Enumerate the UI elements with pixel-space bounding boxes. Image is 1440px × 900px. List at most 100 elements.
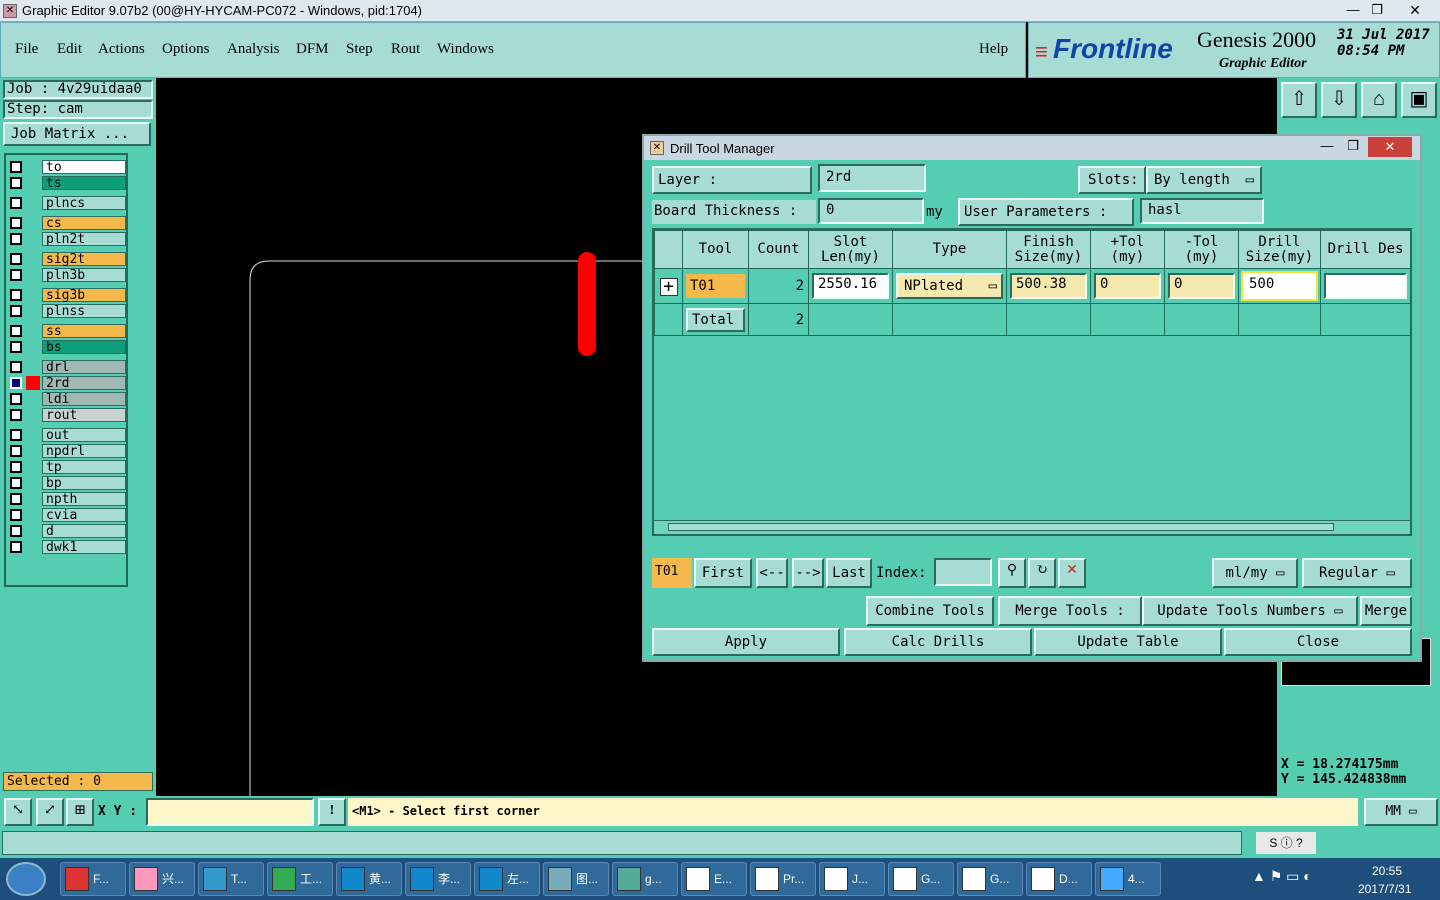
taskbar-item[interactable]: 图... (543, 862, 609, 896)
update-table-button[interactable]: Update Table (1034, 628, 1222, 656)
layer-checkbox[interactable] (10, 305, 22, 317)
start-button-icon[interactable] (6, 862, 46, 896)
horizontal-scrollbar[interactable] (654, 520, 1410, 534)
layer-row[interactable]: plnss (8, 303, 126, 319)
layer-color-swatch[interactable] (26, 216, 40, 230)
layer-color-swatch[interactable] (26, 232, 40, 246)
layer-row[interactable]: to (8, 159, 126, 175)
taskbar-item[interactable]: D... (1026, 862, 1092, 896)
drill-des-field[interactable] (1324, 273, 1407, 299)
taskbar-item[interactable]: J... (819, 862, 885, 896)
layer-row[interactable]: pln3b (8, 267, 126, 283)
xy-input[interactable] (146, 798, 314, 826)
layer-color-swatch[interactable] (26, 160, 40, 174)
layer-color-swatch[interactable] (26, 408, 40, 422)
layer-checkbox[interactable] (10, 325, 22, 337)
layer-row[interactable]: rout (8, 407, 126, 423)
window-icon[interactable]: ▣ (1401, 82, 1437, 118)
menu-rout[interactable]: Rout (391, 41, 420, 58)
tool-cell[interactable]: T01 (686, 274, 745, 298)
layer-checkbox[interactable] (10, 197, 22, 209)
taskbar-item[interactable]: Pr... (750, 862, 816, 896)
layer-checkbox[interactable] (10, 361, 22, 373)
layer-checkbox[interactable] (10, 341, 22, 353)
menu-analysis[interactable]: Analysis (227, 41, 280, 58)
layer-checkbox[interactable] (10, 177, 22, 189)
layer-row[interactable]: dwk1 (8, 539, 126, 555)
layer-color-swatch[interactable] (26, 428, 40, 442)
layer-color-swatch[interactable] (26, 476, 40, 490)
layer-color-swatch[interactable] (26, 288, 40, 302)
layer-row[interactable]: npdrl (8, 443, 126, 459)
layer-color-swatch[interactable] (26, 376, 40, 390)
dialog-close-icon[interactable]: ✕ (1368, 137, 1412, 157)
maximize-icon[interactable]: ❐ (1366, 2, 1388, 19)
layer-color-swatch[interactable] (26, 324, 40, 338)
layer-checkbox[interactable] (10, 289, 22, 301)
menu-dfm[interactable]: DFM (296, 41, 329, 58)
grid-icon[interactable]: ⊞ (66, 798, 94, 826)
home-icon[interactable]: ⌂ (1361, 82, 1397, 118)
taskbar-item[interactable]: 黄... (336, 862, 402, 896)
board-thickness-field[interactable]: 0 (818, 198, 924, 224)
plus-tol-field[interactable]: 0 (1094, 273, 1161, 299)
finish-size-field[interactable]: 500.38 (1010, 273, 1087, 299)
update-tools-numbers-dropdown[interactable]: Update Tools Numbers ▭ (1142, 596, 1358, 626)
layer-checkbox[interactable] (10, 461, 22, 473)
layer-checkbox[interactable] (10, 541, 22, 553)
delete-icon[interactable]: ✕ (1058, 558, 1086, 588)
layer-row[interactable]: 2rd (8, 375, 126, 391)
slots-dropdown[interactable]: By length ▭ (1146, 166, 1262, 194)
type-dropdown[interactable]: NPlated ▭ (896, 273, 1003, 299)
layer-checkbox[interactable] (10, 509, 22, 521)
layer-row[interactable]: tp (8, 459, 126, 475)
close-icon[interactable]: ✕ (1400, 2, 1430, 19)
layer-row[interactable]: bs (8, 339, 126, 355)
last-button[interactable]: Last (826, 558, 872, 588)
layer-row[interactable]: sig2t (8, 251, 126, 267)
layer-row[interactable]: cs (8, 215, 126, 231)
layer-color-swatch[interactable] (26, 460, 40, 474)
taskbar-item[interactable]: E... (681, 862, 747, 896)
taskbar-item[interactable]: T... (198, 862, 264, 896)
taskbar-item[interactable]: 工... (267, 862, 333, 896)
layer-checkbox[interactable] (10, 445, 22, 457)
prev-button[interactable]: <-- (756, 558, 788, 588)
zoom-area-icon[interactable]: ⤢ (36, 798, 64, 826)
system-tray-icons[interactable]: ▲ ⚑ ▭ ◐ (1252, 868, 1348, 890)
apply-button[interactable]: Apply (652, 628, 840, 656)
merge-button[interactable]: Merge (1360, 596, 1412, 626)
taskbar-item[interactable]: 兴... (129, 862, 195, 896)
layer-checkbox[interactable] (10, 477, 22, 489)
taskbar-item[interactable]: F... (60, 862, 126, 896)
layer-checkbox[interactable] (10, 409, 22, 421)
layer-row[interactable]: ldi (8, 391, 126, 407)
layer-color-swatch[interactable] (26, 304, 40, 318)
layer-row[interactable]: npth (8, 491, 126, 507)
layer-row[interactable]: sig3b (8, 287, 126, 303)
import-icon[interactable]: ⇩ (1321, 82, 1357, 118)
mode-dropdown[interactable]: Regular ▭ (1302, 558, 1412, 588)
layer-row[interactable]: pln2t (8, 231, 126, 247)
taskbar-item[interactable]: 4... (1095, 862, 1161, 896)
layer-color-swatch[interactable] (26, 492, 40, 506)
layer-checkbox[interactable] (10, 493, 22, 505)
layer-color-swatch[interactable] (26, 340, 40, 354)
dialog-maximize-icon[interactable]: ❐ (1342, 138, 1364, 156)
drill-size-field[interactable]: 500 (1241, 271, 1318, 301)
layer-row[interactable]: d (8, 523, 126, 539)
layer-checkbox[interactable] (10, 429, 22, 441)
layer-row[interactable]: plncs (8, 195, 126, 211)
layer-color-swatch[interactable] (26, 444, 40, 458)
layer-checkbox[interactable] (10, 233, 22, 245)
dialog-minimize-icon[interactable]: — (1316, 138, 1338, 156)
layer-row[interactable]: drl (8, 359, 126, 375)
layer-color-swatch[interactable] (26, 360, 40, 374)
layer-color-swatch[interactable] (26, 524, 40, 538)
layer-checkbox[interactable] (10, 161, 22, 173)
layer-checkbox[interactable] (10, 393, 22, 405)
minus-tol-field[interactable]: 0 (1168, 273, 1235, 299)
alert-icon[interactable]: ! (318, 798, 346, 826)
minimize-icon[interactable]: — (1342, 2, 1364, 19)
layer-row[interactable]: cvia (8, 507, 126, 523)
